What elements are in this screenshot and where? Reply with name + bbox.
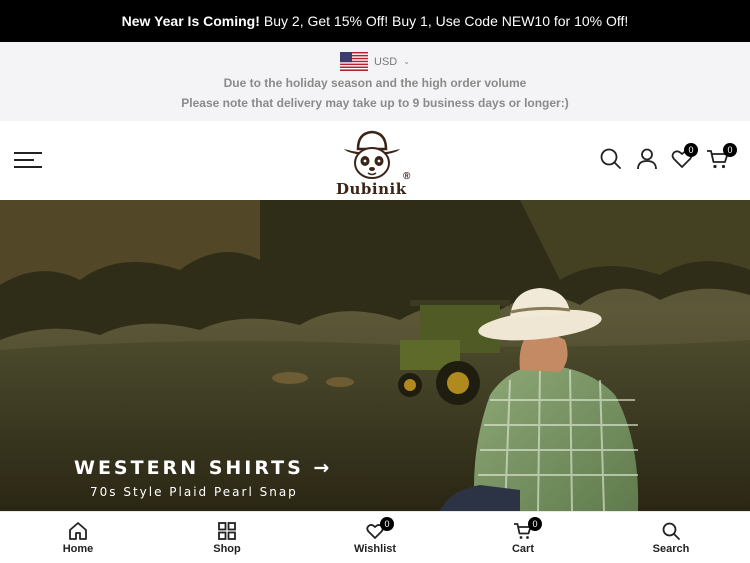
bottom-nav-search-label: Search [652,543,690,555]
notice-line-1: Due to the holiday season and the high o… [223,76,527,90]
menu-icon[interactable] [14,152,42,169]
promo-text: Buy 2, Get 15% Off! Buy 1, Use Code NEW1… [263,13,629,29]
bottom-nav-wishlist[interactable]: 0 Wishlist [325,512,425,563]
currency-selector[interactable]: USD ⌄ [0,52,750,71]
brand-name: Dubinik [336,180,407,198]
brand-logo[interactable]: Dubinik ® [330,125,414,198]
search-icon [662,522,680,540]
bottom-nav-cart[interactable]: 0 Cart [473,512,573,563]
search-icon[interactable] [598,146,624,172]
bottom-nav-cart-label: Cart [511,543,534,555]
hero-title-text: WESTERN SHIRTS [74,457,304,479]
promo-bar: New Year Is Coming! Buy 2, Get 15% Off! … [0,0,750,42]
bottom-nav-shop[interactable]: Shop [177,512,277,563]
wishlist-nav-badge: 0 [380,517,394,531]
cart-count-badge: 0 [723,143,737,157]
bottom-nav-wishlist-label: Wishlist [353,543,397,555]
bottom-nav-home-label: Home [62,543,94,555]
cart-nav-badge: 0 [528,517,542,531]
site-header: Dubinik ® 0 0 [0,121,750,200]
promo-headline: New Year Is Coming! [121,13,260,29]
panda-cowboy-logo-icon [344,130,400,179]
chevron-down-icon: ⌄ [403,57,410,66]
grid-icon [218,522,236,540]
hero-subtitle: 70s Style Plaid Pearl Snap [90,485,298,499]
bottom-nav: Home Shop 0 Wishlist 0 Cart Search [0,511,750,563]
arrow-right-icon: → [313,457,333,479]
bottom-nav-home[interactable]: Home [28,512,128,563]
notice-bar: USD ⌄ Due to the holiday season and the … [0,42,750,121]
registered-mark: ® [403,171,411,182]
cart-header-button[interactable]: 0 [705,143,737,172]
bottom-nav-shop-label: Shop [213,543,241,555]
bottom-nav-search[interactable]: Search [621,512,721,563]
account-icon[interactable] [634,146,660,172]
wishlist-count-badge: 0 [684,143,698,157]
us-flag-icon [340,52,369,71]
currency-code: USD [374,55,398,68]
notice-line-2: Please note that delivery may take up to… [181,96,569,110]
home-icon [69,522,87,540]
hero-title[interactable]: WESTERN SHIRTS → [74,457,332,479]
wishlist-header-button[interactable]: 0 [669,143,698,172]
